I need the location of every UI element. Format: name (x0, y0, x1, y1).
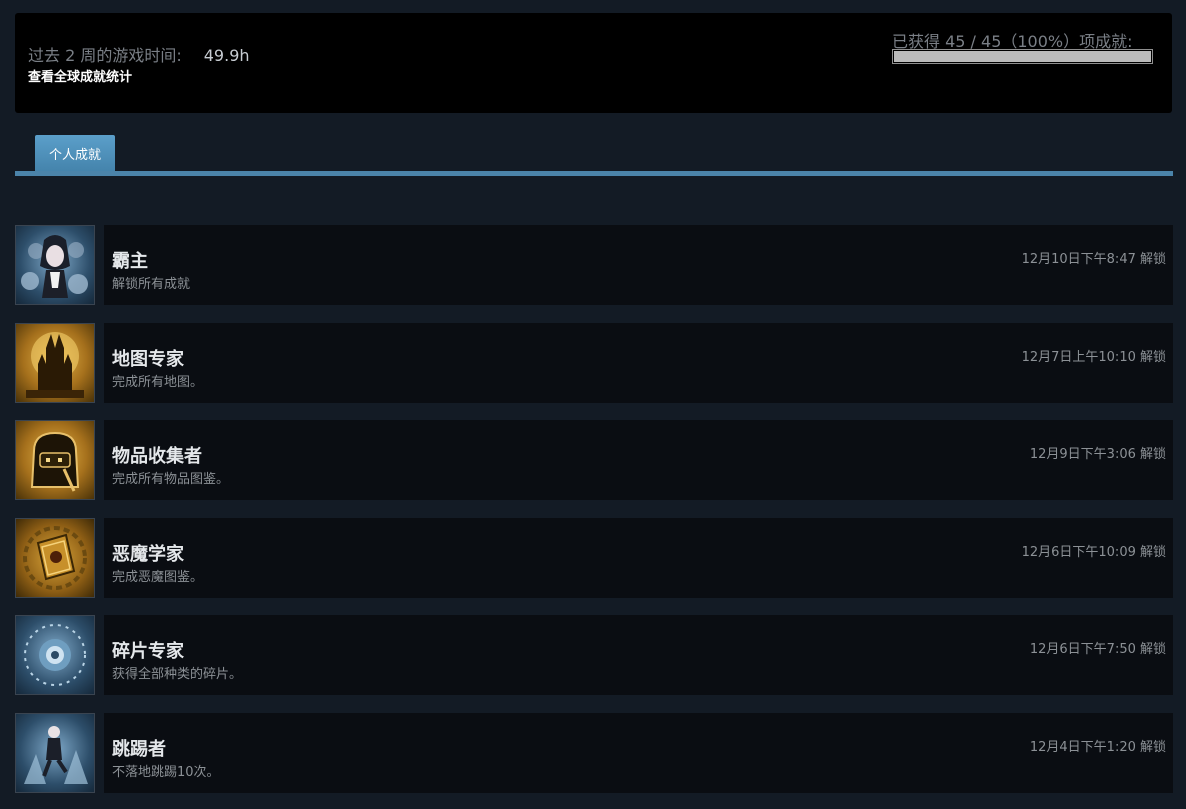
achievement-desc: 完成恶魔图鉴。 (112, 569, 204, 585)
achievement-title: 恶魔学家 (112, 543, 184, 565)
achievement-body: 碎片专家 获得全部种类的碎片。 12月6日下午7:50 解锁 (104, 615, 1173, 695)
playtime-value: 49.9h (203, 46, 250, 65)
achievement-row: 霸主 解锁所有成就 12月10日下午8:47 解锁 (15, 225, 1173, 305)
achievement-row: 地图专家 完成所有地图。 12月7日上午10:10 解锁 (15, 322, 1173, 403)
achievement-body: 霸主 解锁所有成就 12月10日下午8:47 解锁 (104, 225, 1173, 305)
achievement-body: 恶魔学家 完成恶魔图鉴。 12月6日下午10:09 解锁 (104, 517, 1173, 598)
backpack-icon (15, 420, 95, 500)
book-icon (15, 517, 95, 598)
achievement-unlock-time: 12月7日上午10:10 解锁 (1021, 349, 1166, 365)
achievement-unlock-time: 12月9日下午3:06 解锁 (1029, 447, 1166, 462)
achievement-desc: 完成所有物品图鉴。 (112, 472, 230, 487)
achievement-desc: 完成所有地图。 (112, 374, 204, 390)
achievement-unlock-time: 12月4日下午1:20 解锁 (1029, 739, 1166, 755)
achievement-title: 物品收集者 (112, 446, 202, 467)
achievement-title: 地图专家 (112, 348, 184, 370)
achievement-row: 物品收集者 完成所有物品图鉴。 12月9日下午3:06 解锁 (15, 420, 1173, 500)
achievement-title: 霸主 (112, 251, 148, 272)
achievement-desc: 不落地跳踢10次。 (112, 764, 220, 780)
achievement-title: 跳踢者 (112, 738, 166, 760)
progress-bar (892, 49, 1153, 64)
achievement-desc: 获得全部种类的碎片。 (112, 667, 243, 682)
achievement-row: 恶魔学家 完成恶魔图鉴。 12月6日下午10:09 解锁 (15, 517, 1173, 598)
progress-fill (894, 51, 1151, 62)
playtime-label: 过去 2 周的游戏时间: (28, 46, 182, 65)
jump-kick-icon (15, 712, 95, 793)
achievement-unlock-time: 12月10日下午8:47 解锁 (1021, 252, 1166, 267)
shard-flower-icon (15, 615, 95, 695)
achievement-unlock-time: 12月6日下午10:09 解锁 (1021, 544, 1166, 560)
global-stats-link[interactable]: 查看全球成就统计 (28, 66, 132, 85)
achievement-row: 跳踢者 不落地跳踢10次。 12月4日下午1:20 解锁 (15, 712, 1173, 793)
achievement-title: 碎片专家 (112, 641, 184, 662)
achievement-unlock-time: 12月6日下午7:50 解锁 (1029, 642, 1166, 657)
achievement-summary-panel: 过去 2 周的游戏时间: 49.9h 查看全球成就统计 已获得 45 / 45（… (15, 13, 1172, 113)
castle-icon (15, 322, 95, 403)
achievement-body: 地图专家 完成所有地图。 12月7日上午10:10 解锁 (104, 322, 1173, 403)
girl-portrait-icon (15, 225, 95, 305)
achievement-list: 霸主 解锁所有成就 12月10日下午8:47 解锁 地图专家 完成所有地图。 1… (15, 225, 1173, 809)
achievement-body: 跳踢者 不落地跳踢10次。 12月4日下午1:20 解锁 (104, 712, 1173, 793)
achievement-body: 物品收集者 完成所有物品图鉴。 12月9日下午3:06 解锁 (104, 420, 1173, 500)
tab-underline (15, 171, 1173, 176)
playtime-row: 过去 2 周的游戏时间: 49.9h (28, 42, 250, 66)
achievement-desc: 解锁所有成就 (112, 277, 191, 292)
tab-personal-achievements[interactable]: 个人成就 (35, 135, 115, 172)
achievement-row: 碎片专家 获得全部种类的碎片。 12月6日下午7:50 解锁 (15, 615, 1173, 695)
